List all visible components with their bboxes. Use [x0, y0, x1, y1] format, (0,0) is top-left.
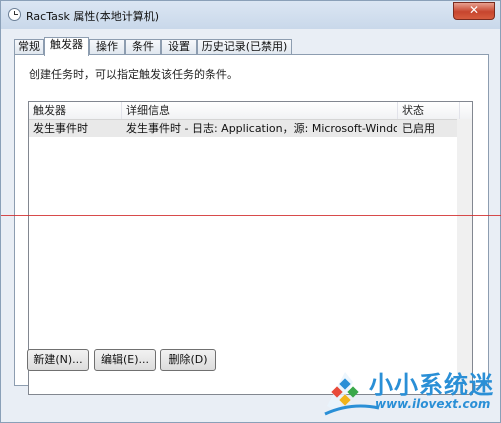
- title-bar[interactable]: RacTask 属性(本地计算机) ✕: [1, 1, 500, 29]
- tab-conditions[interactable]: 条件: [125, 39, 161, 55]
- watermark-title: 小小系统迷: [369, 371, 494, 399]
- panel-hint: 创建任务时，可以指定触发该任务的条件。: [29, 68, 238, 81]
- new-button[interactable]: 新建(N)...: [27, 349, 89, 371]
- edit-button[interactable]: 编辑(E)...: [94, 349, 156, 371]
- watermark-url: www.ilovext.com: [375, 397, 491, 411]
- window-title: RacTask 属性(本地计算机): [26, 10, 160, 23]
- row-trigger: 发生事件时: [33, 122, 88, 135]
- column-trigger[interactable]: 触发器: [29, 102, 121, 119]
- row-details: 发生事件时 - 日志: Application，源: Microsoft-Win…: [126, 122, 397, 135]
- divider-line: [1, 215, 501, 216]
- tab-settings[interactable]: 设置: [161, 39, 197, 55]
- clock-icon: [8, 8, 21, 21]
- column-divider: [459, 102, 460, 119]
- watermark: 小小系统迷 www.ilovext.com: [323, 356, 498, 420]
- list-header: 触发器 详细信息 状态: [29, 102, 472, 120]
- tab-history[interactable]: 历史记录(已禁用): [197, 39, 292, 55]
- tab-actions[interactable]: 操作: [89, 39, 125, 55]
- vertical-scrollbar[interactable]: [457, 119, 472, 394]
- task-properties-window: RacTask 属性(本地计算机) ✕ 常规 触发器 操作 条件 设置 历史记录…: [0, 0, 501, 423]
- delete-button[interactable]: 删除(D): [160, 349, 216, 371]
- triggers-panel: 创建任务时，可以指定触发该任务的条件。 触发器 详细信息 状态 发生事件时 发生…: [14, 54, 489, 395]
- close-button[interactable]: ✕: [453, 2, 495, 20]
- column-status[interactable]: 状态: [398, 102, 459, 119]
- row-status: 已启用: [402, 122, 435, 135]
- tab-triggers[interactable]: 触发器: [44, 37, 89, 56]
- column-details[interactable]: 详细信息: [122, 102, 397, 119]
- table-row[interactable]: 发生事件时 发生事件时 - 日志: Application，源: Microso…: [29, 120, 459, 137]
- tab-general[interactable]: 常规: [14, 39, 44, 55]
